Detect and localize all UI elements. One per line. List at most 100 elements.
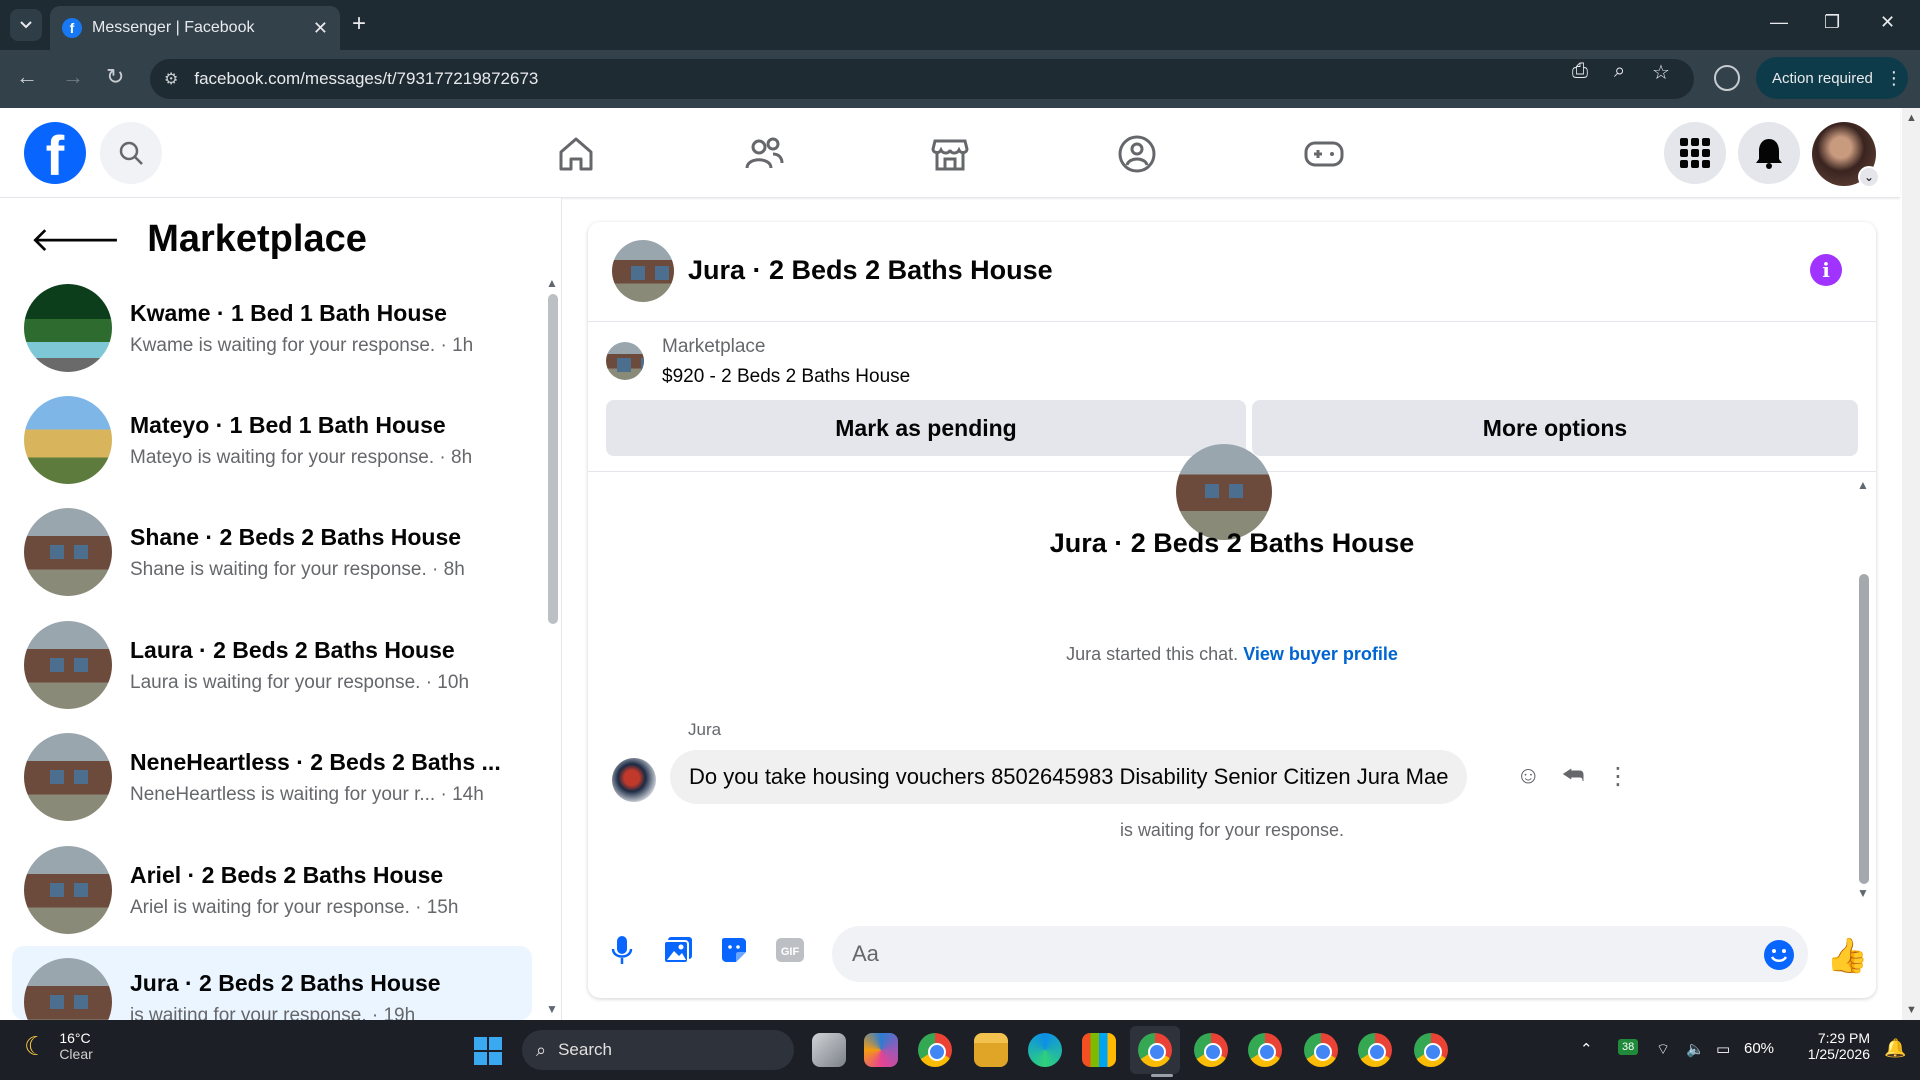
reply-icon[interactable]: ⮪ [1562,762,1584,790]
home-icon [559,137,593,171]
menu-grid-icon [1680,138,1710,168]
groups-tab[interactable] [1115,132,1159,176]
action-required-label: Action required [1772,69,1873,87]
show-hidden-icons[interactable]: ⌃ [1580,1040,1593,1058]
facebook-logo-icon[interactable]: f [24,122,86,184]
notification-bell-icon[interactable]: 🔔 [1884,1038,1906,1059]
sender-name: Jura [688,720,722,739]
conversation-item[interactable]: Shane · 2 Beds 2 Baths House Shane is wa… [12,500,532,604]
restore-button[interactable]: ❐ [1824,12,1840,33]
action-required-button[interactable]: Action required ⋮ [1756,57,1908,99]
microsoft-store-icon[interactable] [1082,1033,1116,1067]
marketplace-tab[interactable] [928,132,972,176]
chrome-profile-icon[interactable] [1138,1033,1172,1067]
address-bar[interactable]: ⚙ facebook.com/messages/t/79317721987267… [150,59,1694,99]
message-input[interactable]: Aa [832,926,1808,982]
home-tab[interactable] [554,132,598,176]
chrome-icon[interactable] [918,1033,952,1067]
weather-condition: Clear [59,1046,93,1062]
more-vert-icon[interactable]: ⋮ [1606,762,1630,791]
install-app-icon[interactable]: ⎙ [1572,60,1588,83]
taskbar-search[interactable]: ⌕ Search [522,1030,794,1070]
weather-widget[interactable]: ☾ 16°C Clear [24,1030,93,1062]
edge-icon[interactable] [1028,1033,1062,1067]
sticker-icon [722,938,746,962]
conversation-item[interactable]: Mateyo · 1 Bed 1 Bath House Mateyo is wa… [12,388,532,492]
message-bubble[interactable]: Do you take housing vouchers 8502645983 … [670,750,1468,804]
notifications-button[interactable] [1738,122,1800,184]
conversation-item-active[interactable]: Jura · 2 Beds 2 Baths House is waiting f… [12,946,532,1020]
react-emoji-icon[interactable]: ☺ [1516,762,1541,790]
browser-titlebar: f Messenger | Facebook ✕ + — ❐ ✕ [0,0,1920,50]
voice-clip-button[interactable] [606,934,638,966]
back-button[interactable]: ← [16,64,38,90]
conversation-item[interactable]: Kwame · 1 Bed 1 Bath House Kwame is wait… [12,276,532,380]
emoji-picker-icon[interactable] [1764,940,1794,970]
sidebar-scrollbar[interactable] [548,294,558,624]
conversation-item[interactable]: Ariel · 2 Beds 2 Baths House Ariel is wa… [12,838,532,942]
tray-badge[interactable]: 38 [1618,1039,1639,1055]
gif-button[interactable]: GIF [774,934,806,966]
forward-button[interactable]: → [62,64,84,90]
photo-icon [663,937,692,964]
bookmark-star-icon[interactable]: ☆ [1652,60,1670,85]
windows-start-icon[interactable] [474,1037,502,1065]
scroll-down-arrow[interactable]: ▼ [1857,886,1869,900]
menu-button[interactable] [1664,122,1726,184]
task-view-icon[interactable] [812,1033,846,1067]
chat-listing-thumbnail[interactable] [612,240,674,302]
volume-icon[interactable]: 🔈 [1686,1040,1705,1058]
friends-tab[interactable] [742,132,786,176]
page-scrollbar[interactable]: ▲ ▼ [1902,108,1920,1020]
microsoft-365-icon[interactable] [864,1033,898,1067]
tab-search-dropdown[interactable] [10,9,42,41]
message-placeholder: Aa [852,941,879,966]
chrome-profile-icon[interactable] [1194,1033,1228,1067]
gaming-tab[interactable] [1302,132,1346,176]
conversation-name: Kwame · 1 Bed 1 Bath House [130,299,447,326]
scroll-down-arrow[interactable]: ▼ [546,1002,558,1016]
listing-price[interactable]: $920 - 2 Beds 2 Baths House [662,366,910,388]
listing-thumbnail [24,508,112,596]
new-tab-button[interactable]: + [352,10,366,38]
account-avatar[interactable]: ⌄ [1812,122,1880,188]
chat-title[interactable]: Jura · 2 Beds 2 Baths House [688,255,1053,286]
view-buyer-profile-link[interactable]: View buyer profile [1243,644,1398,664]
sticker-button[interactable] [718,934,750,966]
scroll-down-arrow[interactable]: ▼ [1906,1004,1917,1016]
scroll-up-arrow[interactable]: ▲ [1857,478,1869,492]
close-tab-icon[interactable]: ✕ [313,18,328,39]
chrome-profile-icon[interactable] [1304,1033,1338,1067]
file-explorer-icon[interactable] [974,1033,1008,1067]
conversation-item[interactable]: Laura · 2 Beds 2 Baths House Laura is wa… [12,613,532,717]
chat-scrollbar[interactable] [1859,574,1869,884]
facebook-header: f ⌄ [0,108,1900,198]
back-arrow-icon[interactable]: 🡐 [30,219,121,260]
search-button[interactable] [100,122,162,184]
scroll-up-arrow[interactable]: ▲ [1906,112,1917,124]
chrome-profile-icon[interactable] [1414,1033,1448,1067]
wifi-icon[interactable]: ⌔ [1656,1040,1670,1059]
battery-icon[interactable]: ▭ [1716,1040,1730,1058]
sender-avatar[interactable] [612,758,656,802]
attach-photo-button[interactable] [662,934,694,966]
chevron-down-icon [20,21,32,29]
site-info-icon[interactable]: ⚙ [164,69,178,89]
browser-profile-icon[interactable] [1714,65,1740,91]
more-options-button[interactable]: More options [1252,400,1858,456]
scroll-up-arrow[interactable]: ▲ [546,276,558,290]
chrome-profile-icon[interactable] [1248,1033,1282,1067]
system-clock[interactable]: 7:29 PM 1/25/2026 [1790,1030,1870,1062]
thumbs-up-icon[interactable]: 👍 [1826,936,1868,976]
chrome-profile-icon[interactable] [1358,1033,1392,1067]
close-window-button[interactable]: ✕ [1880,12,1895,33]
minimize-button[interactable]: — [1770,12,1788,33]
conversation-item[interactable]: NeneHeartless · 2 Beds 2 Baths ... NeneH… [12,725,532,829]
listing-small-thumbnail[interactable] [606,342,644,380]
info-icon[interactable]: i [1810,254,1842,286]
zoom-icon[interactable]: ⌕ [1614,60,1625,83]
more-vert-icon: ⋮ [1884,67,1903,88]
reload-button[interactable]: ↻ [106,64,124,90]
browser-tab[interactable]: f Messenger | Facebook ✕ [50,6,340,50]
mark-as-pending-button[interactable]: Mark as pending [606,400,1246,456]
